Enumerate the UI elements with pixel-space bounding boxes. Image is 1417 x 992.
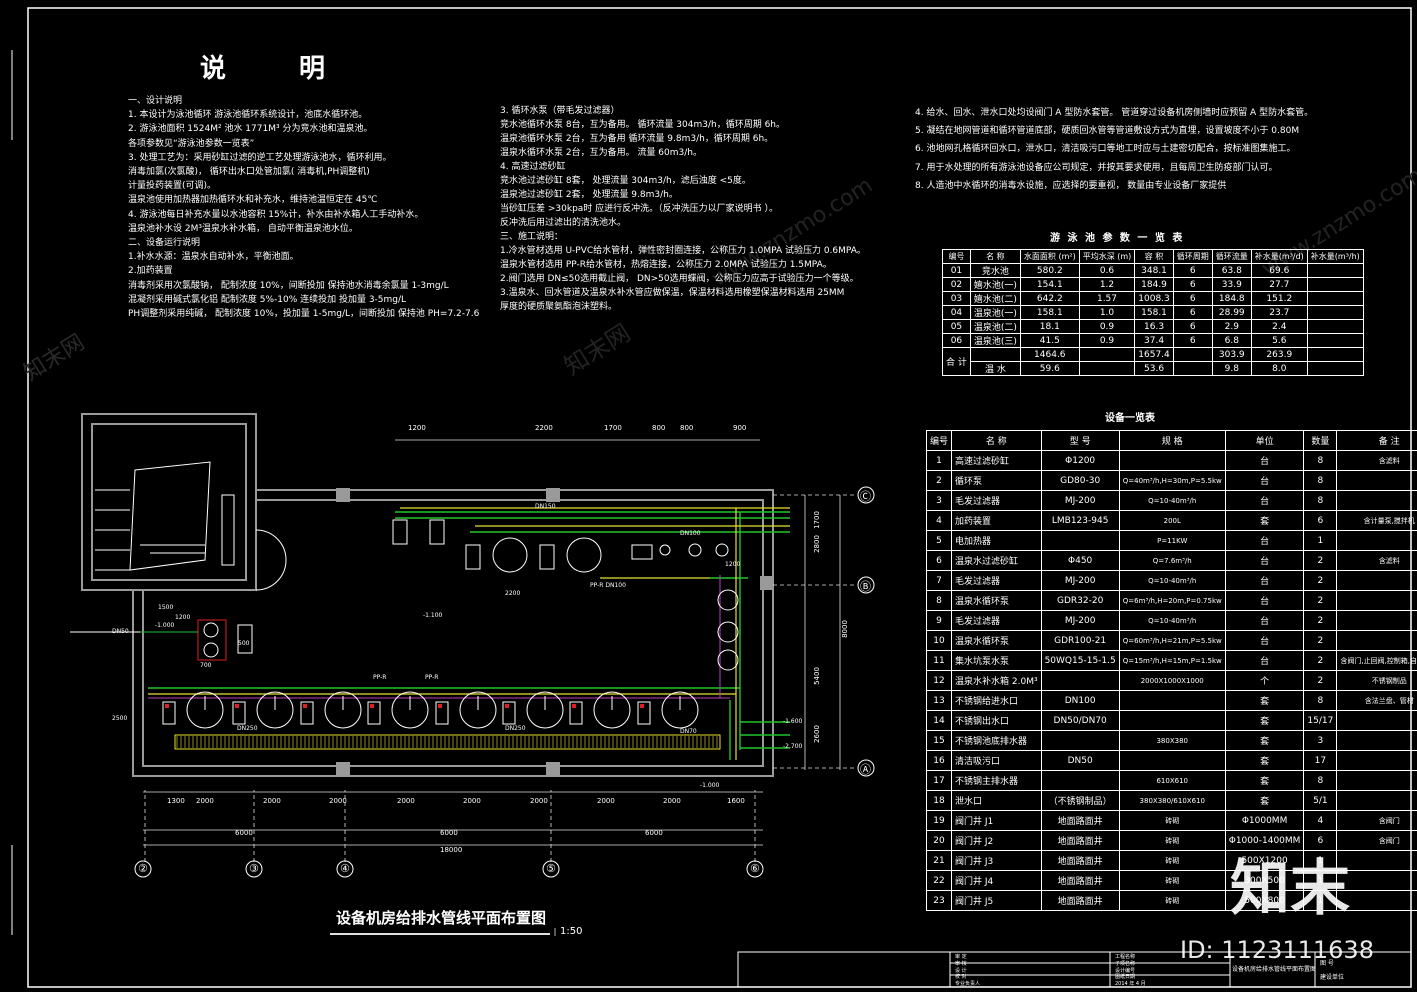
plan-label: Ⓑ [860,580,871,593]
plan-label: 2800 [812,535,821,553]
plan-label: 1300 [167,797,185,805]
plan-label: 2500 [112,715,128,722]
plan-label: 5400 [812,667,821,685]
plan-label: ③ [249,862,259,875]
plan-label: -1.000 [155,622,175,629]
stair-wall [81,413,257,591]
plan-label: DN150 [535,503,556,510]
plan-label: 900 [733,424,747,432]
plan-label: PP-R [425,674,439,681]
plan-label: 2000 [263,797,281,805]
plan-label: 700 [200,662,212,669]
plan-label: PP-R [373,674,387,681]
plan-label: 6000 [440,829,458,837]
plan-label: Ⓐ [860,763,871,776]
plan-label: 800 [680,424,694,432]
plan-label: DN250 [237,725,258,732]
room-inner-wall [142,499,764,767]
plan-label: 2600 [812,725,821,743]
plan-label: Ⓒ [860,490,871,503]
plan-label: ④ [340,862,350,875]
title-block-sheet-no: 图 号 [1320,960,1334,967]
plan-label: ② [138,862,148,875]
plan-label: -2.700 [783,743,803,750]
title-block-drawing-name: 设备机房给排水管线平面布置图 [1232,966,1317,973]
plan-scale: 1:50 [560,926,583,937]
plan-label: 1200 [725,561,741,568]
plan-label: 2000 [597,797,615,805]
plan-label: DN70 [680,728,697,735]
plan-label: 2000 [663,797,681,805]
stair-inner [91,423,247,581]
plan-label: DN250 [505,725,526,732]
plan-label: 500 [238,640,250,647]
floor-plan [70,413,1412,988]
plan-label: DN100 [680,530,701,537]
plan-label: 2000 [463,797,481,805]
plan-label: 2000 [329,797,347,805]
plan-label: 1600 [727,797,745,805]
title-block-company: 建设单位 [1320,974,1345,981]
valve-marker [505,704,509,708]
plan-title: 设备机房给排水管线平面布置图 [336,909,547,927]
title-block-row: 专业负责人 [955,981,981,988]
plan-label: -1.600 [783,718,803,725]
plan-label: PP-R DN100 [590,582,626,589]
plan-label: -1.000 [700,782,720,789]
valve-marker [235,704,239,708]
plan-label: 1500 [158,604,174,611]
valve-marker [640,704,644,708]
valve-marker [572,704,576,708]
plan-label: 1200 [175,614,191,621]
plan-label: 2200 [505,590,521,597]
plan-label: 2200 [535,424,553,432]
plan-label: 800 [652,424,666,432]
valve-marker [370,704,374,708]
plan-label: ⑥ [750,862,760,875]
plan-label: 2000 [196,797,214,805]
valve-marker [303,704,307,708]
plan-label: 18000 [440,846,463,854]
plan-label: DN50 [112,628,129,635]
valve-marker [438,704,442,708]
plan-label: 1700 [812,511,821,529]
valve-marker [165,704,169,708]
plan-label: 6000 [645,829,663,837]
plan-label: ⑤ [546,862,556,875]
title-block-field: 2014 年 4 月 [1115,981,1146,988]
plan-label: -1.100 [423,612,443,619]
drawing-sheet: 知末网 知末网 www.znzmo.com www.znzmo.com 知末 I… [0,0,1417,992]
plan-label: 2000 [530,797,548,805]
plan-label: 1700 [604,424,622,432]
plan-label: 2000 [397,797,415,805]
room-outer-wall [132,489,774,777]
plan-label: 8000 [840,620,849,638]
plan-label: 1200 [408,424,426,432]
plan-label: 6000 [235,829,253,837]
